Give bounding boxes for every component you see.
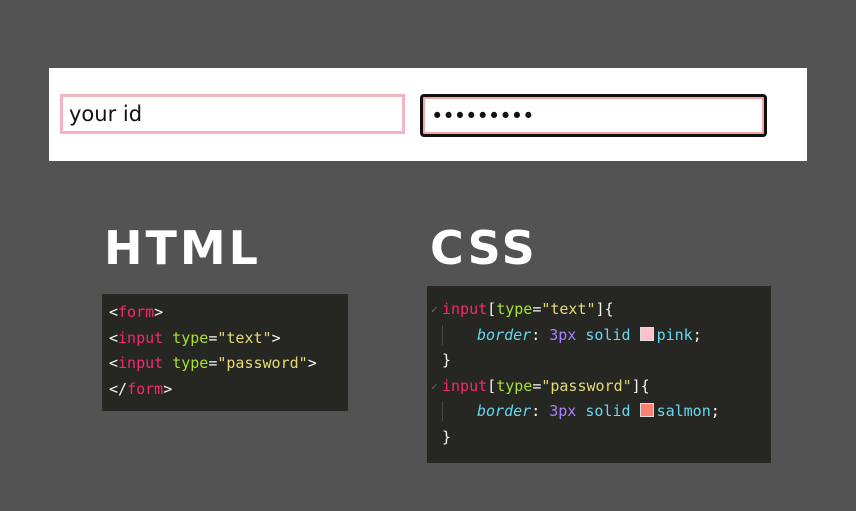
password-input[interactable] <box>420 94 767 137</box>
attr-value: "password" <box>217 354 308 372</box>
attr-value: "text" <box>541 300 596 318</box>
html-heading: HTML <box>104 221 261 275</box>
code-line: border: 3px solid salmon; <box>442 399 771 425</box>
attr-name: type <box>172 328 209 347</box>
css-heading: CSS <box>430 221 538 275</box>
code-line: <input type="text"> <box>109 328 281 347</box>
code-line: ✓ input[type="text"]{ <box>431 297 771 323</box>
fold-marker-icon: ✓ <box>431 379 438 393</box>
indent-guide <box>442 324 477 345</box>
css-color-name: pink <box>656 325 693 344</box>
code-line: </form> <box>109 379 173 398</box>
attr-name: type <box>496 376 533 395</box>
css-number: 3px <box>549 402 577 420</box>
attr-name: type <box>172 354 209 372</box>
form-demo-panel <box>49 68 807 161</box>
color-swatch-icon <box>639 403 654 417</box>
indent-guide <box>442 401 477 421</box>
fold-marker-icon: ✓ <box>431 303 438 316</box>
color-swatch-icon <box>639 326 654 341</box>
attr-value: "password" <box>541 376 632 395</box>
attr-name: type <box>496 300 533 318</box>
code-line: <form> <box>109 303 164 321</box>
code-line: } <box>442 427 452 446</box>
css-property: border <box>477 402 532 420</box>
attr-value: "text" <box>217 328 272 347</box>
html-code-block: <form> <input type="text"> <input type="… <box>102 294 348 411</box>
id-text-input[interactable] <box>60 94 405 134</box>
css-color-name: salmon <box>656 402 711 420</box>
code-line: border: 3px solid pink; <box>442 323 771 349</box>
tag-name: input <box>118 328 164 347</box>
css-keyword: solid <box>585 402 631 420</box>
tag-name: form <box>118 303 155 321</box>
tag-name: form <box>127 379 164 398</box>
css-number: 3px <box>549 325 577 344</box>
code-line: } <box>442 351 452 369</box>
tag-name: input <box>118 354 164 372</box>
code-line: ✓ input[type="password"]{ <box>431 374 771 400</box>
css-keyword: solid <box>585 325 631 344</box>
css-property: border <box>477 325 532 344</box>
css-code-block: ✓ input[type="text"]{ border: 3px solid p… <box>427 286 771 463</box>
selector: input <box>442 376 488 395</box>
selector: input <box>442 300 488 318</box>
code-line: <input type="password"> <box>109 354 317 372</box>
